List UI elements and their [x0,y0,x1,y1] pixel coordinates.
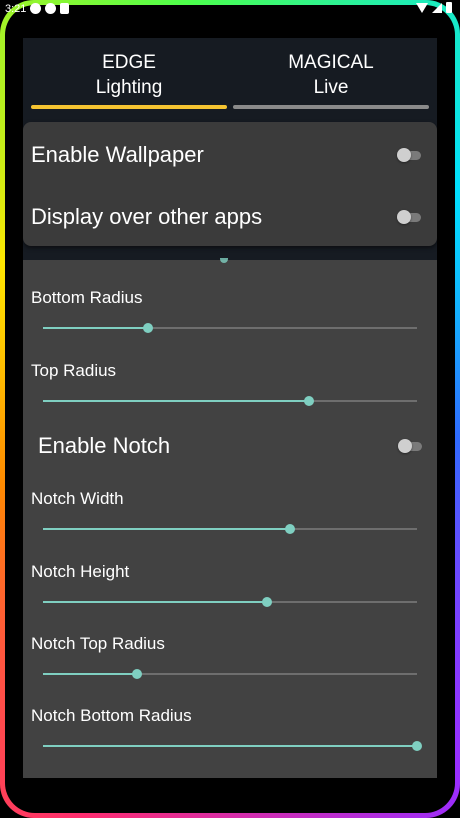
enable-notch-toggle[interactable] [398,439,424,453]
slider-fill [43,601,268,603]
notch-top-radius-slider[interactable] [43,668,417,680]
signal-icon [432,2,442,13]
tab-magical-line2: Live [313,77,349,98]
slider-fill [43,327,148,329]
wallpaper-settings-card: Enable Wallpaper Display over other apps [23,122,437,246]
top-radius-label: Top Radius [31,361,117,380]
slider-thumb[interactable] [131,669,142,679]
enable-wallpaper-row[interactable]: Enable Wallpaper [31,134,429,174]
tab-edge-line2: Lighting [95,77,163,98]
tab-bar: EDGE Lighting MAGICAL Live [23,38,437,120]
display-over-apps-row[interactable]: Display over other apps [31,196,429,236]
telegram-icon [45,3,56,14]
notch-bottom-radius-label: Notch Bottom Radius [31,706,192,725]
slider-fill [43,745,417,747]
partial-slider-knob [220,258,228,263]
bottom-radius-label: Bottom Radius [31,288,143,307]
top-radius-slider[interactable] [43,395,417,407]
slider-thumb[interactable] [412,741,422,751]
notch-width-label: Notch Width [31,489,124,508]
tab-edge-line1: EDGE [102,52,156,73]
slider-thumb[interactable] [142,323,153,333]
notch-height-label: Notch Height [31,562,130,581]
tab-magical-live[interactable]: MAGICAL Live [231,50,431,100]
notch-bottom-radius-slider[interactable] [43,740,422,752]
notch-height-slider[interactable] [43,596,417,608]
tab-edge-lighting[interactable]: EDGE Lighting [29,50,229,100]
notification-icon [30,3,41,14]
status-bar: 3:21 [0,0,460,18]
tab-indicator-inactive [233,105,429,109]
slider-fill [43,400,309,402]
notch-width-slider[interactable] [43,523,417,535]
display-over-apps-toggle[interactable] [397,210,423,224]
settings-list: Bottom Radius Top Radius Enable Notch No… [23,258,437,778]
enable-notch-label: Enable Notch [38,433,171,458]
display-over-apps-label: Display over other apps [31,204,263,229]
slider-thumb[interactable] [303,396,314,406]
tab-magical-line1: MAGICAL [288,52,374,73]
slider-thumb[interactable] [284,524,295,534]
android-icon [60,3,69,14]
notch-top-radius-label: Notch Top Radius [31,634,165,653]
enable-wallpaper-toggle[interactable] [397,148,423,162]
enable-notch-row[interactable]: Enable Notch [38,433,430,463]
app-window: EDGE Lighting MAGICAL Live Bottom Radius… [23,38,437,778]
slider-fill [43,673,137,675]
slider-thumb[interactable] [262,597,273,607]
enable-wallpaper-label: Enable Wallpaper [31,142,204,167]
tab-indicator-active [31,105,227,109]
wifi-icon [416,2,428,13]
battery-icon [446,2,452,13]
bottom-radius-slider[interactable] [43,322,417,334]
status-time: 3:21 [5,3,27,15]
slider-fill [43,528,290,530]
